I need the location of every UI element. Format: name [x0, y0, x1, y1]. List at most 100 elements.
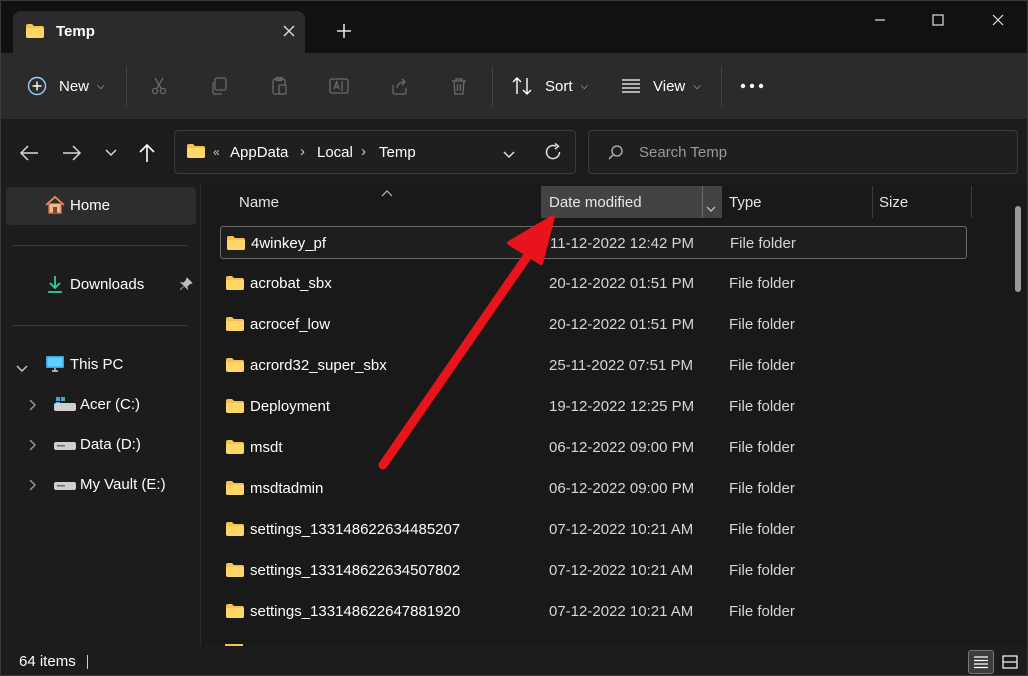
search-placeholder: Search Temp [639, 144, 728, 161]
chevron-right-icon[interactable] [29, 398, 37, 415]
more-options-icon[interactable] [739, 73, 765, 99]
table-row[interactable]: Deployment 19-12-2022 12:25 PM File folder [220, 390, 967, 423]
breadcrumb-temp[interactable]: Temp [379, 144, 416, 161]
sidebar-item-label: Downloads [70, 276, 145, 293]
folder-icon [225, 603, 245, 623]
breadcrumb-appdata[interactable]: AppData [230, 144, 288, 161]
chevron-right-icon[interactable] [29, 478, 37, 495]
status-divider [87, 655, 88, 669]
toolbar-divider [492, 67, 493, 107]
sidebar-item-drive-e[interactable]: My Vault (E:) [6, 466, 196, 504]
tab-title: Temp [56, 23, 95, 40]
search-box[interactable]: Search Temp [588, 130, 1018, 174]
plus-circle-icon [27, 76, 47, 96]
sidebar-item-label: My Vault (E:) [80, 476, 166, 493]
new-button[interactable]: New ⌵ [27, 71, 105, 101]
file-date-modified: 20-12-2022 01:51 PM [549, 316, 695, 333]
up-arrow-icon[interactable] [134, 140, 160, 166]
table-row[interactable]: settings_133148622634507802 07-12-2022 10… [220, 554, 967, 587]
file-type: File folder [730, 235, 796, 252]
file-explorer-window: Temp New ⌵ Sort ⌵ View ⌵ « AppData › Loc… [0, 0, 1028, 676]
sidebar-item-drive-c[interactable]: Acer (C:) [6, 386, 196, 424]
details-view-button[interactable] [968, 650, 994, 674]
share-icon[interactable] [386, 73, 412, 99]
column-header-label: Date modified [549, 193, 642, 211]
paste-icon[interactable] [266, 73, 292, 99]
sidebar-item-home[interactable]: Home [6, 187, 196, 225]
large-icons-view-button[interactable] [997, 650, 1023, 674]
column-header-name[interactable]: Name [239, 186, 279, 218]
file-date-modified: 20-12-2022 01:51 PM [549, 275, 695, 292]
sidebar-item-label: Data (D:) [80, 436, 141, 453]
file-name: acrobat_sbx [250, 275, 332, 292]
chevron-down-icon[interactable] [16, 360, 28, 377]
sort-icon [511, 76, 533, 96]
folder-icon [225, 480, 245, 500]
sort-button[interactable]: Sort ⌵ [511, 71, 588, 101]
windows-drive-icon [53, 397, 77, 417]
file-type: File folder [729, 480, 795, 497]
file-name: acrord32_super_sbx [250, 357, 387, 374]
recent-locations-chevron-icon[interactable] [98, 140, 124, 166]
file-name: settings_133148622634485207 [250, 521, 461, 538]
table-row[interactable]: settings_133148622647881920 07-12-2022 10… [220, 595, 967, 628]
folder-icon [225, 521, 245, 541]
chevron-right-icon[interactable] [29, 438, 37, 455]
table-row[interactable]: acrobat_sbx 20-12-2022 01:51 PM File folde… [220, 267, 967, 300]
tab-temp[interactable]: Temp [13, 11, 305, 53]
file-name: 4winkey_pf [251, 235, 327, 252]
table-row[interactable]: acrocef_low 20-12-2022 01:51 PM File folde… [220, 308, 967, 341]
view-button[interactable]: View ⌵ [621, 71, 701, 101]
forward-arrow-icon[interactable] [59, 140, 85, 166]
download-arrow-icon [46, 274, 64, 298]
delete-icon[interactable] [446, 73, 472, 99]
sidebar-item-label: Acer (C:) [80, 396, 140, 413]
folder-icon [225, 562, 245, 582]
new-label: New [59, 77, 90, 95]
new-tab-button[interactable] [331, 19, 357, 45]
file-type: File folder [729, 562, 795, 579]
file-date-modified: 07-12-2022 10:21 AM [549, 603, 694, 620]
folder-icon [225, 357, 245, 377]
sidebar-item-drive-d[interactable]: Data (D:) [6, 426, 196, 464]
table-row[interactable]: msdt 06-12-2022 09:00 PM File folder [220, 431, 967, 464]
column-divider[interactable] [971, 186, 972, 218]
file-type: File folder [729, 439, 795, 456]
sidebar-divider [13, 325, 187, 326]
file-type: File folder [729, 275, 795, 292]
column-divider[interactable] [872, 186, 873, 218]
rename-icon[interactable] [326, 73, 352, 99]
drive-icon [53, 479, 77, 496]
table-row[interactable]: 4winkey_pf 11-12-2022 12:42 PM File folder [220, 226, 967, 259]
sort-ascending-icon [381, 184, 393, 201]
address-history-chevron-icon[interactable] [502, 147, 516, 164]
file-name: settings_133148622647881920 [250, 603, 461, 620]
vertical-scrollbar[interactable] [1015, 206, 1021, 292]
back-arrow-icon[interactable] [16, 140, 42, 166]
minimize-button[interactable] [857, 5, 903, 35]
breadcrumb-local[interactable]: Local [317, 144, 353, 161]
copy-icon[interactable] [206, 73, 232, 99]
file-date-modified: 11-12-2022 12:42 PM [550, 235, 694, 252]
file-name: Deployment [250, 398, 331, 415]
chevron-down-icon[interactable] [706, 199, 716, 216]
column-header-date-modified[interactable]: Date modified [541, 186, 722, 218]
sidebar-item-this-pc[interactable]: This PC [6, 346, 196, 384]
address-bar[interactable]: « AppData › Local › Temp [174, 130, 576, 174]
sidebar-item-downloads[interactable]: Downloads [6, 266, 196, 304]
pin-icon[interactable] [179, 277, 193, 295]
details-view-icon [974, 656, 988, 669]
refresh-icon[interactable] [543, 142, 563, 166]
tab-close-icon[interactable] [277, 19, 301, 43]
table-row[interactable]: msdtadmin 06-12-2022 09:00 PM File folder [220, 472, 967, 505]
table-row[interactable]: settings_133148622634485207 07-12-2022 10… [220, 513, 967, 546]
chevron-down-icon: ⌵ [693, 80, 701, 92]
column-header-type[interactable]: Type [729, 186, 762, 218]
close-window-button[interactable] [975, 5, 1021, 35]
table-row[interactable]: acrord32_super_sbx 25-11-2022 07:51 PM Fil… [220, 349, 967, 382]
tiles-view-icon [1002, 655, 1018, 669]
cut-icon[interactable] [146, 73, 172, 99]
breadcrumb-overflow[interactable]: « [213, 145, 220, 159]
maximize-button[interactable] [915, 5, 961, 35]
column-header-size[interactable]: Size [879, 186, 908, 218]
